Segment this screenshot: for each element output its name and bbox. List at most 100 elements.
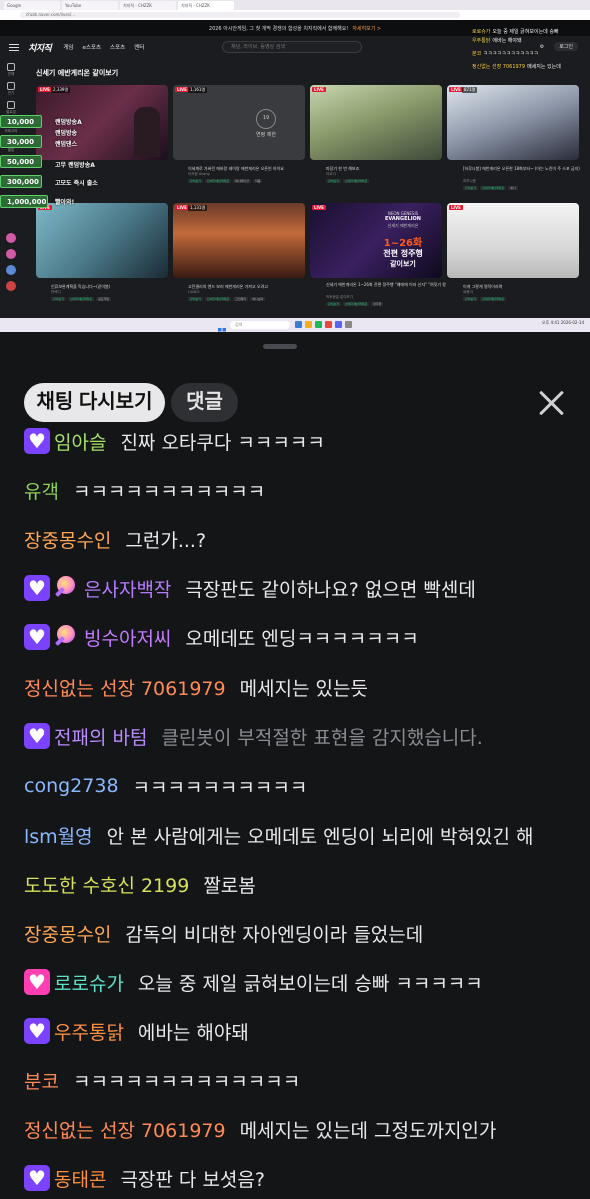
discord-icon[interactable] [335,321,342,328]
chat-nickname[interactable]: 빙수아저씨 [84,624,171,651]
chat-nickname[interactable]: 전패의 바텀 [54,723,147,750]
tag[interactable]: 정주행 [371,302,384,306]
close-icon[interactable] [538,389,566,417]
app-icon[interactable] [345,321,352,328]
card-tags: 같이보기 신세기에반게리온 공포게임 [51,297,112,301]
chat-nickname[interactable]: 임아슬 [54,428,106,455]
tag[interactable]: 같이보기 [188,179,204,183]
card-channel[interactable]: LANES [188,290,199,294]
live-badge: LIVE [312,87,326,92]
card-channel[interactable]: 싸용이 [463,290,473,295]
sheet-drag-handle[interactable] [263,344,297,349]
subscriber-heart-icon [24,1018,50,1044]
card-channel[interactable]: 박후동일 같이보기 [326,295,353,300]
chat-nickname[interactable]: lsm월영 [24,822,93,849]
tag[interactable]: 신세기에반게리온 [68,297,95,301]
card-channel[interactable]: 하루나봄 [463,179,476,184]
tag[interactable]: 신세기에반게리온 [343,302,370,306]
sidebar-item-following-icon[interactable] [7,101,15,109]
tag[interactable]: 같이보기 [51,297,67,301]
age-restricted-thumbnail[interactable]: LIVE 1,161명 [173,85,305,160]
cleanbot-notice: 클린봇이 부적절한 표현을 감지했습니다. [161,726,483,749]
search-input[interactable]: 채널, 라이브, 동영상 검색 [222,41,362,53]
avatar[interactable] [6,249,16,259]
chat-nickname[interactable]: 분코 [24,1067,59,1094]
chat-nickname[interactable]: 장중몽수인 [24,526,111,553]
chat-text: 그런가...? [125,529,207,552]
live-thumbnail[interactable]: LIVE NEON GENESIS EVANGELION 신세기 에반게리온 1… [310,203,442,278]
app-icon[interactable] [315,321,322,328]
live-thumbnail[interactable]: LIVE [447,203,579,278]
tag[interactable]: 애니 [508,186,518,190]
nav-item-entertainment[interactable]: 엔터 [134,43,144,51]
nav-item-sports[interactable]: 스포츠 [110,43,125,51]
chat-nickname[interactable]: 로로슈가 [54,969,124,996]
card-title[interactable]: [하루나봄] 에반게리온 오픈한 18화부터~ (아는 노린이 주 스포 금지) [463,166,583,172]
tag[interactable]: 신세기에반게리온 [480,186,507,190]
app-icon[interactable] [295,321,302,328]
stream-chat-overlay: 로로슈가 오늘 중 제일 긁혀보이는데 승빠 우주통닭 에바는 해야돼 분코 ㅋㅋㅋㅋ… [472,28,590,118]
tag[interactable]: 작품 [252,179,263,183]
tag[interactable]: 애니보며 [250,297,266,301]
tag[interactable]: 같이보기 [188,297,204,301]
card-title[interactable]: 인류보완계획을 막습니다~(같이봄) [51,284,171,290]
taskbar-search[interactable]: 검색 [230,321,290,329]
tag[interactable]: 공포게임 [96,297,112,301]
thumbnail-caption: 신세기 에반게리온 [387,223,419,228]
chzzk-logo[interactable]: 치지직 [28,41,52,54]
card-channel[interactable]: 아카랑 Akang [188,172,210,177]
banner-link[interactable]: 자세히보기 > [352,25,381,32]
chrome-icon[interactable] [325,321,332,328]
folder-icon[interactable] [305,321,312,328]
tag[interactable]: 같이보기 [326,302,342,306]
chat-nickname[interactable]: 은사자백작 [84,575,171,602]
overlay-text: 고모도 즉시 출소 [55,180,98,187]
chat-nickname[interactable]: cong2738 [24,775,119,797]
chat-nickname[interactable]: 우주통닭 [54,1018,124,1045]
browser-tab-active[interactable]: 치지직 - CHZZK [178,1,234,10]
tab-chat-replay[interactable]: 채팅 다시보기 [24,383,165,422]
avatar[interactable] [6,281,16,291]
tag[interactable]: 같이보기 [463,297,479,301]
live-thumbnail[interactable]: LIVE 1,131명 [173,203,305,278]
nav-item-esports[interactable]: e스포츠 [82,43,101,51]
avatar[interactable] [6,233,16,243]
tab-comments[interactable]: 댓글 [171,383,238,422]
browser-tab[interactable]: 치지직 - CHZZK [120,1,176,10]
chat-text: 오늘 중 제일 긁혀보이는데 승빠 ㅋㅋㅋㅋㅋ [137,972,483,995]
chat-nickname[interactable]: 정신없는 선장 7061979 [24,1116,226,1143]
chat-nickname[interactable]: 정신없는 선장 7061979 [24,674,226,701]
donation-amount: 300,000 [0,175,42,188]
browser-tab[interactable]: Google [4,1,60,10]
menu-icon[interactable] [9,43,19,51]
tag[interactable]: 애니메이션 [233,179,251,183]
sidebar-item-popular-icon[interactable] [7,82,15,90]
live-thumbnail[interactable]: LIVE [310,85,442,160]
viewer-count: 1,161명 [188,87,208,93]
url-field[interactable]: chzzk.naver.com/lives/... [20,12,460,18]
card-title[interactable]: 고전결리의 엔드 보러 에반게리온 가져고 오려고 [188,284,308,290]
tag[interactable]: 신세기에반게리온 [205,297,232,301]
card-channel[interactable]: 반텍디 [51,290,61,295]
sidebar-item-all-icon[interactable] [7,63,15,71]
card-title[interactable]: 이게 그렇게 명작이라며 [463,284,583,290]
card-channel[interactable]: 이로기 [326,172,336,177]
card-title[interactable]: 신세기 에반게리온 1~26화 전편 정주행 "예에에 이러 신자" "여짓기 … [326,282,446,288]
avatar[interactable] [6,265,16,275]
tag[interactable]: 같이보기 [463,186,479,190]
browser-tab[interactable]: YouTube [62,1,118,10]
live-thumbnail[interactable]: LIVE [36,203,168,278]
nav-item-game[interactable]: 게임 [63,43,73,51]
tag[interactable]: 신세기에반게리온 [343,179,370,183]
tag[interactable]: 같이보기 [326,179,342,183]
chat-nickname[interactable]: 도도한 수호신 2199 [24,871,189,898]
chat-nickname[interactable]: 장중몽수인 [24,920,111,947]
chat-message: 로로슈가 오늘 중 제일 긁혀보이는데 승빠 ㅋㅋㅋㅋㅋ [24,967,483,997]
card-title[interactable]: 파장기 한 번 해보죠 [326,166,446,172]
tag[interactable]: 고전결리 [233,297,249,301]
tag[interactable]: 신세기에반게리온 [205,179,232,183]
windows-start-icon[interactable] [218,321,226,332]
chat-nickname[interactable]: 동태콘 [54,1165,106,1192]
chat-nickname[interactable]: 유객 [24,477,59,504]
tag[interactable]: 신세기에반게리온 [480,297,507,301]
